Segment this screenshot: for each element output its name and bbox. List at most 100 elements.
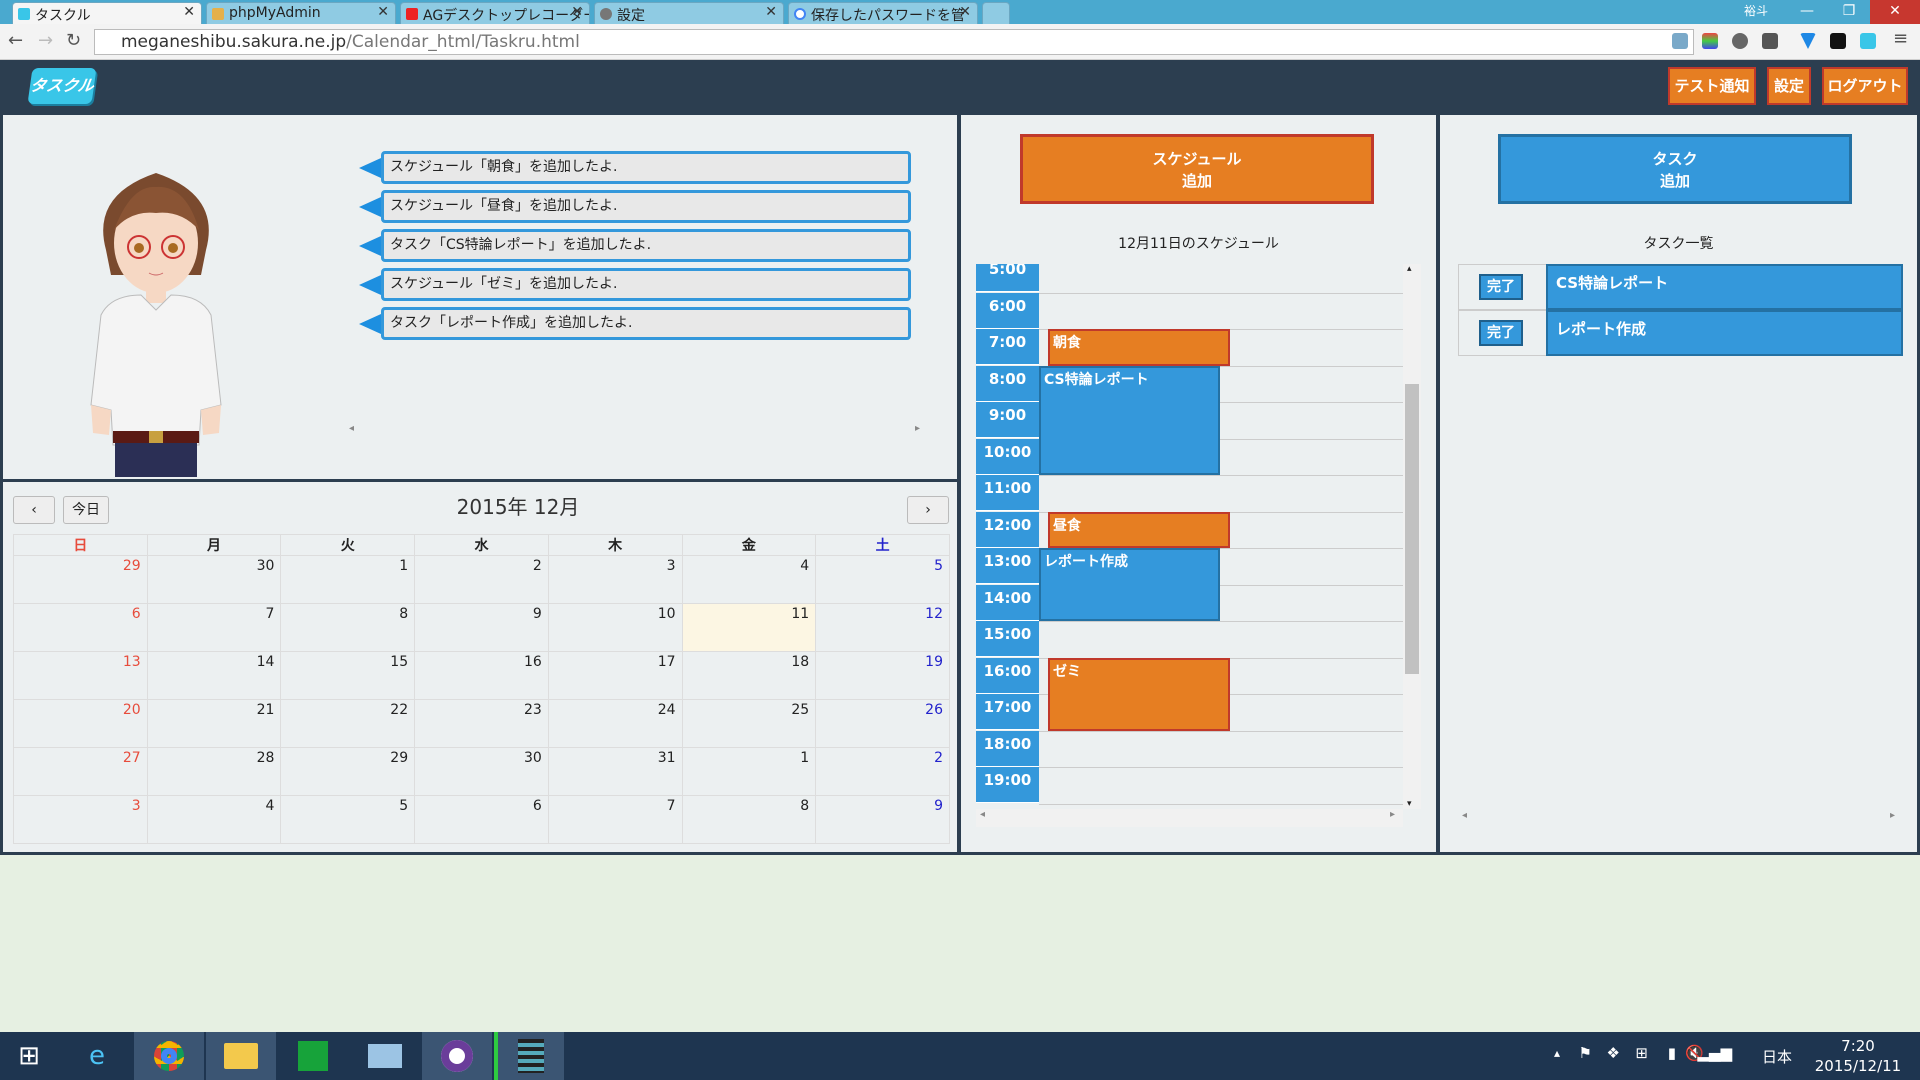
color-extension-icon[interactable] xyxy=(1702,33,1718,49)
forward-icon[interactable]: → xyxy=(38,30,53,51)
scroll-down-icon[interactable]: ▾ xyxy=(1407,799,1412,809)
windows-start-icon[interactable]: ⊞ xyxy=(0,1032,58,1080)
settings-button[interactable]: 設定 xyxy=(1767,67,1811,105)
file-explorer-icon[interactable] xyxy=(206,1032,276,1080)
scrollbar-thumb[interactable] xyxy=(1405,384,1419,674)
close-icon[interactable]: ✕ xyxy=(183,4,195,20)
scroll-left-icon[interactable]: ◂ xyxy=(980,809,985,820)
reload-icon[interactable]: ↻ xyxy=(66,30,81,51)
tab-settings[interactable]: 設定 ✕ xyxy=(594,2,784,24)
calendar-day[interactable]: 8 xyxy=(681,795,817,844)
calendar-day[interactable]: 14 xyxy=(146,651,282,700)
schedule-event-block[interactable]: 朝食 xyxy=(1048,329,1230,366)
windows-small-icon[interactable]: ⊞ xyxy=(1635,1044,1648,1062)
remote-desktop-icon[interactable] xyxy=(350,1032,420,1080)
schedule-event-block[interactable]: 昼食 xyxy=(1048,511,1230,548)
dropbox-icon[interactable]: ❖ xyxy=(1607,1044,1620,1062)
back-icon[interactable]: ← xyxy=(8,30,23,51)
flag-icon[interactable]: ⚑ xyxy=(1579,1044,1592,1062)
close-icon[interactable]: ✕ xyxy=(959,4,971,20)
black-extension-icon[interactable] xyxy=(1830,33,1846,49)
timeline-vertical-scrollbar[interactable]: ▴ ▾ xyxy=(1403,264,1421,809)
clock[interactable]: 7:20 2015/12/11 xyxy=(1808,1036,1908,1076)
calendar-day[interactable]: 9 xyxy=(815,795,950,844)
calendar-day[interactable]: 19 xyxy=(815,651,950,700)
schedule-event-block[interactable]: ゼミ xyxy=(1048,657,1230,731)
calendar-day[interactable]: 4 xyxy=(146,795,282,844)
url-field[interactable]: meganeshibu.sakura.ne.jp/Calendar_html/T… xyxy=(94,29,1694,55)
minimize-icon[interactable]: — xyxy=(1786,0,1828,24)
calendar-day[interactable]: 16 xyxy=(414,651,549,700)
taskru-extension-icon[interactable] xyxy=(1860,33,1876,49)
task-horizontal-scrollbar[interactable]: ◂ ▸ xyxy=(1458,810,1903,828)
calendar-day[interactable]: 15 xyxy=(280,651,416,700)
show-hidden-icons-icon[interactable]: ▴ xyxy=(1554,1046,1560,1060)
taskru-logo[interactable]: タスクル xyxy=(27,68,97,104)
tab-agrecorder[interactable]: AGデスクトップレコーダー ✕ xyxy=(400,2,590,24)
network-signal-icon[interactable]: ▂▄▆ xyxy=(1697,1044,1732,1062)
tab-taskru[interactable]: タスクル ✕ xyxy=(12,2,202,24)
calendar-day[interactable]: 26 xyxy=(815,699,950,748)
vimium-extension-icon[interactable] xyxy=(1800,33,1816,49)
calendar-day[interactable]: 6 xyxy=(414,795,549,844)
complete-task-button[interactable]: 完了 xyxy=(1479,320,1523,346)
scroll-up-icon[interactable]: ▴ xyxy=(1407,264,1412,274)
calendar-day[interactable]: 2 xyxy=(815,747,950,796)
calendar-day[interactable]: 9 xyxy=(414,603,549,652)
chrome-icon[interactable] xyxy=(134,1032,204,1080)
calendar-day[interactable]: 2 xyxy=(414,555,549,604)
gamepad-extension-icon[interactable] xyxy=(1732,33,1748,49)
calendar-day[interactable]: 25 xyxy=(681,699,817,748)
calendar-day[interactable]: 5 xyxy=(280,795,416,844)
calendar-day[interactable]: 4 xyxy=(681,555,817,604)
today-button[interactable]: 今日 xyxy=(63,496,109,524)
close-icon[interactable]: ✕ xyxy=(571,4,583,20)
calendar-day[interactable]: 7 xyxy=(146,603,282,652)
scroll-right-icon[interactable]: ▸ xyxy=(915,423,920,434)
evernote-extension-icon[interactable] xyxy=(1762,33,1778,49)
calendar-day[interactable]: 12 xyxy=(815,603,950,652)
scroll-left-icon[interactable]: ◂ xyxy=(1462,810,1467,821)
close-window-icon[interactable]: ✕ xyxy=(1870,0,1920,24)
calendar-day[interactable]: 29 xyxy=(13,555,148,604)
chat-horizontal-scrollbar[interactable]: ◂ ▸ xyxy=(343,423,928,441)
tab-passwords[interactable]: 保存したパスワードを管 ✕ xyxy=(788,2,978,24)
add-schedule-button[interactable]: スケジュール 追加 xyxy=(1020,134,1374,204)
test-notify-button[interactable]: テスト通知 xyxy=(1668,67,1756,105)
next-month-button[interactable]: › xyxy=(907,496,949,524)
calendar-day[interactable]: 3 xyxy=(13,795,148,844)
calendar-day[interactable]: 10 xyxy=(547,603,683,652)
close-icon[interactable]: ✕ xyxy=(765,4,777,20)
logout-button[interactable]: ログアウト xyxy=(1822,67,1908,105)
task-event-block[interactable]: レポート作成 xyxy=(1039,548,1220,621)
store-icon[interactable] xyxy=(278,1032,348,1080)
camera-extension-icon[interactable] xyxy=(1672,33,1688,49)
ime-language-indicator[interactable]: 日本 xyxy=(1762,1046,1792,1067)
calendar-day[interactable]: 1 xyxy=(681,747,817,796)
calendar-day[interactable]: 22 xyxy=(280,699,416,748)
task-event-block[interactable]: CS特論レポート xyxy=(1039,365,1220,475)
scroll-right-icon[interactable]: ▸ xyxy=(1390,809,1395,820)
close-icon[interactable]: ✕ xyxy=(377,4,389,20)
calendar-day[interactable]: 21 xyxy=(146,699,282,748)
task-name[interactable]: CS特論レポート xyxy=(1546,264,1903,310)
github-icon[interactable] xyxy=(422,1032,492,1080)
maximize-icon[interactable]: ❐ xyxy=(1828,0,1870,24)
new-tab-button[interactable] xyxy=(982,2,1010,24)
calendar-day[interactable]: 3 xyxy=(547,555,683,604)
internet-explorer-icon[interactable]: e xyxy=(62,1032,132,1080)
video-editor-icon[interactable] xyxy=(494,1032,564,1080)
calendar-day[interactable]: 24 xyxy=(547,699,683,748)
calendar-day[interactable]: 6 xyxy=(13,603,148,652)
calendar-day[interactable]: 27 xyxy=(13,747,148,796)
calendar-day[interactable]: 31 xyxy=(547,747,683,796)
timeline-horizontal-scrollbar[interactable]: ◂ ▸ xyxy=(976,809,1403,827)
calendar-day[interactable]: 30 xyxy=(414,747,549,796)
prev-month-button[interactable]: ‹ xyxy=(13,496,55,524)
calendar-day[interactable]: 7 xyxy=(547,795,683,844)
scroll-left-icon[interactable]: ◂ xyxy=(349,423,354,434)
menu-icon[interactable]: ≡ xyxy=(1893,28,1908,49)
tab-phpmyadmin[interactable]: phpMyAdmin ✕ xyxy=(206,2,396,24)
power-icon[interactable]: ▮ xyxy=(1668,1044,1676,1062)
calendar-day[interactable]: 23 xyxy=(414,699,549,748)
